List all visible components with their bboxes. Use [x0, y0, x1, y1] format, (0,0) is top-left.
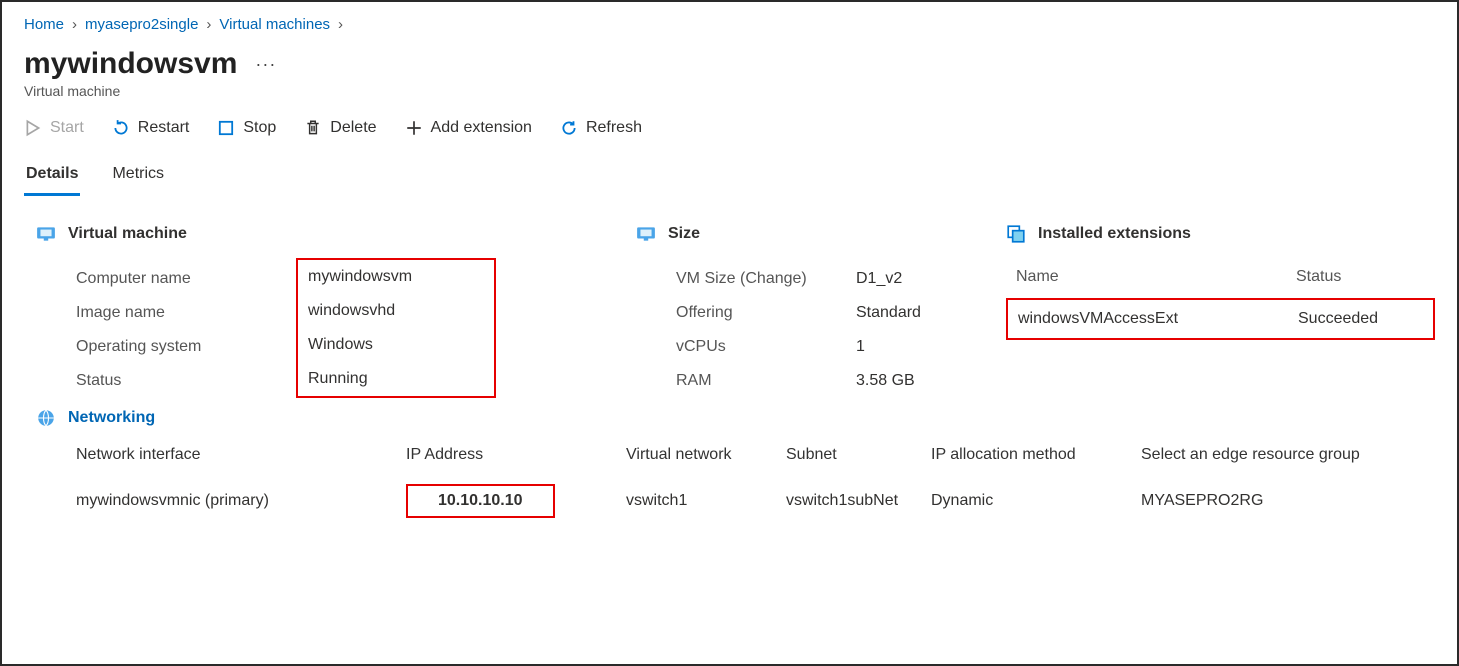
net-row-ip: 10.10.10.10	[406, 484, 555, 518]
stop-icon	[217, 119, 235, 137]
chevron-right-icon: ›	[72, 16, 77, 33]
net-row: mywindowsvmnic (primary) 10.10.10.10 vsw…	[76, 484, 1435, 518]
ext-row-name: windowsVMAccessExt	[1008, 310, 1298, 328]
vm-icon	[36, 224, 56, 244]
value-status: Running	[308, 362, 368, 396]
plus-icon	[405, 119, 423, 137]
label-image-name: Image name	[76, 296, 296, 330]
net-hdr-subnet: Subnet	[786, 446, 931, 464]
net-hdr-vnet: Virtual network	[626, 446, 786, 464]
add-extension-button[interactable]: Add extension	[405, 119, 532, 137]
net-hdr-edge-rg: Select an edge resource group	[1141, 446, 1435, 464]
refresh-button[interactable]: Refresh	[560, 119, 642, 137]
section-header-vm: Virtual machine	[36, 224, 596, 244]
delete-button[interactable]: Delete	[304, 119, 376, 137]
refresh-icon	[560, 119, 578, 137]
label-status: Status	[76, 364, 296, 398]
stop-button[interactable]: Stop	[217, 119, 276, 137]
breadcrumb: Home › myasepro2single › Virtual machine…	[24, 16, 1435, 33]
net-row-alloc: Dynamic	[931, 492, 1141, 510]
tab-metrics[interactable]: Metrics	[110, 159, 166, 196]
section-title-vm: Virtual machine	[68, 225, 187, 243]
net-row-vnet: vswitch1	[626, 492, 786, 510]
label-vcpus: vCPUs	[676, 330, 856, 364]
page-title: mywindowsvm	[24, 47, 237, 81]
extensions-icon	[1006, 224, 1026, 244]
chevron-right-icon: ›	[338, 16, 343, 33]
restart-label: Restart	[138, 119, 190, 137]
label-vm-size: VM Size (Change)	[676, 262, 856, 296]
delete-label: Delete	[330, 119, 376, 137]
tab-details[interactable]: Details	[24, 159, 80, 196]
label-os: Operating system	[76, 330, 296, 364]
label-computer-name: Computer name	[76, 262, 296, 296]
net-row-nic: mywindowsvmnic (primary)	[76, 492, 406, 510]
toolbar: Start Restart Stop Delete Add extension	[24, 119, 1435, 137]
value-ram: 3.58 GB	[856, 364, 915, 398]
value-image-name: windowsvhd	[308, 294, 395, 328]
add-extension-label: Add extension	[431, 119, 532, 137]
section-title-extensions: Installed extensions	[1038, 225, 1191, 243]
breadcrumb-home[interactable]: Home	[24, 16, 64, 33]
section-header-extensions: Installed extensions	[1006, 224, 1435, 244]
value-vcpus: 1	[856, 330, 865, 364]
ext-header-status: Status	[1296, 268, 1435, 286]
breadcrumb-level1[interactable]: myasepro2single	[85, 16, 198, 33]
highlight-vm-values: mywindowsvm windowsvhd Windows Running	[296, 258, 496, 398]
globe-icon	[36, 408, 56, 428]
trash-icon	[304, 119, 322, 137]
page-subtitle: Virtual machine	[24, 83, 1435, 99]
stop-label: Stop	[243, 119, 276, 137]
tab-bar: Details Metrics	[24, 159, 1435, 196]
section-title-networking[interactable]: Networking	[68, 409, 155, 427]
play-icon	[24, 119, 42, 137]
value-computer-name: mywindowsvm	[308, 260, 412, 294]
value-vm-size: D1_v2	[856, 262, 902, 296]
start-button: Start	[24, 119, 84, 137]
highlight-extension-row: windowsVMAccessExt Succeeded	[1006, 298, 1435, 340]
restart-icon	[112, 119, 130, 137]
refresh-label: Refresh	[586, 119, 642, 137]
ext-header-name: Name	[1006, 268, 1296, 286]
change-vm-size-link[interactable]: Change	[745, 270, 801, 287]
more-actions-button[interactable]: ···	[255, 54, 276, 75]
value-os: Windows	[308, 328, 373, 362]
net-row-edge-rg: MYASEPRO2RG	[1141, 492, 1435, 510]
net-hdr-nic: Network interface	[76, 446, 406, 464]
ext-row-status: Succeeded	[1298, 310, 1433, 328]
section-title-size: Size	[668, 225, 700, 243]
chevron-right-icon: ›	[206, 16, 211, 33]
start-label: Start	[50, 119, 84, 137]
breadcrumb-level2[interactable]: Virtual machines	[219, 16, 330, 33]
restart-button[interactable]: Restart	[112, 119, 190, 137]
net-row-subnet: vswitch1subNet	[786, 492, 931, 510]
net-hdr-ip: IP Address	[406, 446, 626, 464]
vm-icon	[636, 224, 656, 244]
label-offering: Offering	[676, 296, 856, 330]
section-header-size: Size	[636, 224, 966, 244]
section-header-networking[interactable]: Networking	[36, 408, 1435, 428]
label-ram: RAM	[676, 364, 856, 398]
highlight-ip-cell: 10.10.10.10	[406, 484, 626, 518]
value-offering: Standard	[856, 296, 921, 330]
net-hdr-alloc: IP allocation method	[931, 446, 1141, 464]
